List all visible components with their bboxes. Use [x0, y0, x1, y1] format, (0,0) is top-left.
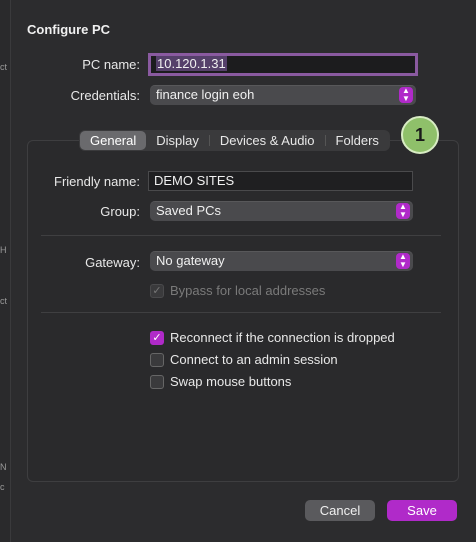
credentials-value: finance login eoh — [156, 87, 255, 102]
gateway-value: No gateway — [156, 253, 225, 268]
tab-content-panel — [27, 140, 459, 482]
checkmark-icon: ✓ — [152, 332, 162, 344]
dialog-title: Configure PC — [27, 22, 111, 37]
group-popup[interactable]: Saved PCs ▲ ▼ — [150, 201, 413, 221]
credentials-popup[interactable]: finance login eoh ▲ ▼ — [150, 85, 416, 105]
credentials-label: Credentials: — [70, 88, 140, 103]
swap-mouse-checkbox[interactable] — [150, 375, 164, 389]
admin-session-checkbox[interactable] — [150, 353, 164, 367]
tab-general[interactable]: General — [80, 131, 147, 150]
admin-session-label: Connect to an admin session — [170, 352, 338, 367]
tab-display[interactable]: Display — [146, 131, 209, 150]
tab-devices-audio[interactable]: Devices & Audio — [210, 131, 325, 150]
friendly-name-field[interactable]: DEMO SITES — [148, 171, 413, 191]
bypass-label: Bypass for local addresses — [170, 283, 326, 298]
step-badge: 1 — [401, 116, 439, 154]
cancel-button[interactable]: Cancel — [305, 500, 375, 521]
chevron-up-down-icon: ▲ ▼ — [396, 253, 410, 269]
checkmark-icon: ✓ — [152, 285, 162, 297]
gateway-label: Gateway: — [85, 255, 140, 270]
background-text: H — [0, 245, 7, 255]
pc-name-value: 10.120.1.31 — [156, 56, 227, 71]
reconnect-checkbox[interactable]: ✓ — [150, 331, 164, 345]
group-label: Group: — [100, 204, 140, 219]
background-window — [0, 0, 10, 542]
tab-bar: General Display Devices & Audio Folders — [79, 130, 390, 151]
background-text: ct — [0, 62, 8, 72]
save-button[interactable]: Save — [387, 500, 457, 521]
section-divider — [41, 312, 441, 313]
friendly-name-label: Friendly name: — [54, 174, 140, 189]
chevron-up-down-icon: ▲ ▼ — [396, 203, 410, 219]
background-text: c — [0, 482, 5, 492]
bypass-checkbox[interactable]: ✓ — [150, 284, 164, 298]
background-text: N — [0, 462, 7, 472]
background-text: ct — [0, 296, 8, 306]
swap-mouse-label: Swap mouse buttons — [170, 374, 292, 389]
reconnect-label: Reconnect if the connection is dropped — [170, 330, 395, 345]
section-divider — [41, 235, 441, 236]
chevron-up-down-icon: ▲ ▼ — [399, 87, 413, 103]
group-value: Saved PCs — [156, 203, 222, 218]
gateway-popup[interactable]: No gateway ▲ ▼ — [150, 251, 413, 271]
tab-folders[interactable]: Folders — [326, 131, 389, 150]
pc-name-label: PC name: — [82, 57, 140, 72]
pc-name-field[interactable]: 10.120.1.31 — [148, 53, 418, 76]
configure-pc-dialog: Configure PC PC name: 10.120.1.31 Creden… — [10, 0, 476, 542]
